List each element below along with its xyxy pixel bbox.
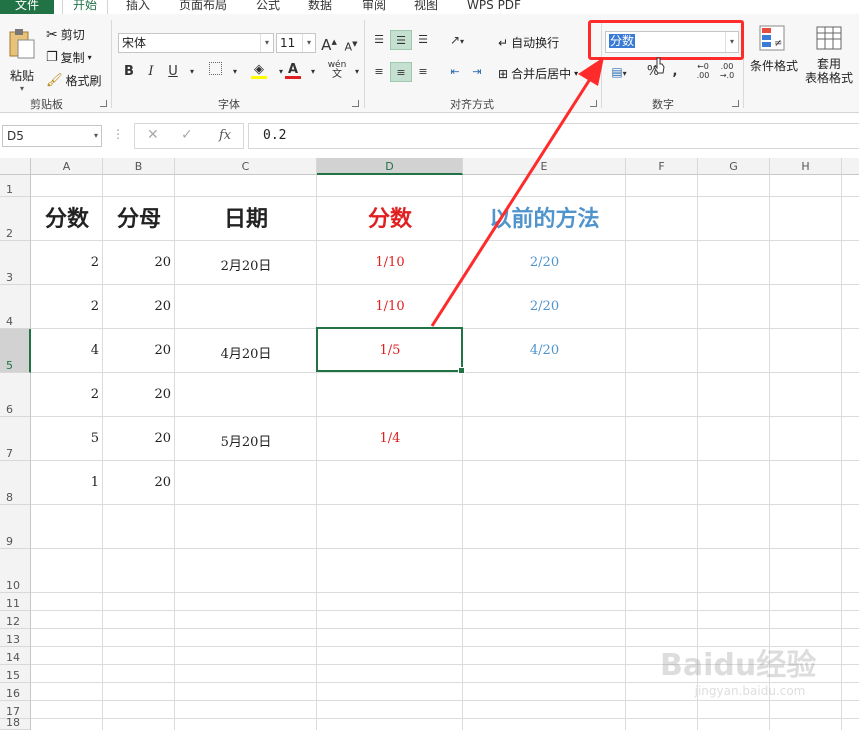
annotation-arrow xyxy=(430,57,604,327)
watermark-brand: Baidu经验 xyxy=(660,648,817,683)
watermark: Baidu经验 jingyan.baidu.com xyxy=(660,640,840,710)
mouse-cursor-icon xyxy=(653,57,665,74)
watermark-url: jingyan.baidu.com xyxy=(694,684,806,698)
